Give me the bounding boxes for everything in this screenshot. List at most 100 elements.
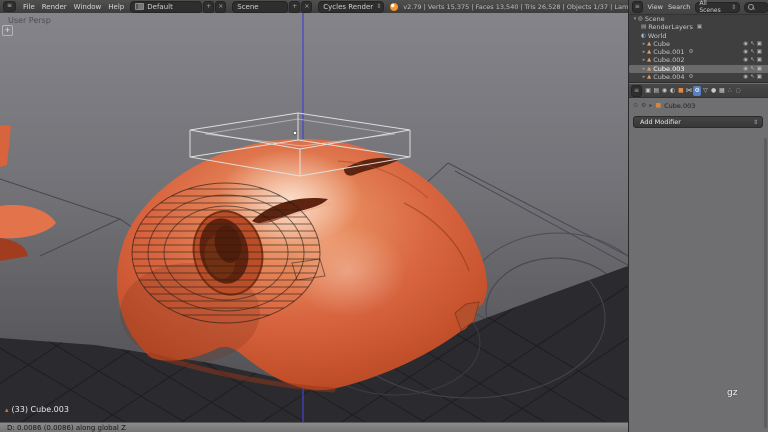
- tab-constraints-icon[interactable]: ⋈: [685, 86, 693, 96]
- screen-layout-selector[interactable]: Default: [130, 0, 203, 13]
- search-icon: [748, 4, 755, 10]
- add-scene-button[interactable]: +: [289, 0, 301, 13]
- render-toggle-icon[interactable]: ▣: [697, 23, 702, 31]
- properties-breadcrumb: ⊙ ⚙ ▸ ■ Cube.003: [633, 100, 695, 111]
- editor-type-outliner-icon[interactable]: ≡: [632, 1, 643, 13]
- delete-scene-button[interactable]: ×: [301, 0, 313, 13]
- tab-material-icon[interactable]: ●: [710, 86, 718, 96]
- 3d-viewport[interactable]: User Persp + ▴ (33) Cube.003: [0, 13, 628, 422]
- add-layout-button[interactable]: +: [203, 0, 215, 13]
- restrict-toggles[interactable]: ◉↖▣: [743, 65, 764, 73]
- active-object-label: (33) Cube.003: [11, 405, 69, 414]
- outliner-item-scene[interactable]: ▾ ◎ Scene: [629, 15, 768, 23]
- mesh-icon: ▲: [647, 65, 652, 72]
- delete-layout-button[interactable]: ×: [215, 0, 227, 13]
- tab-physics-icon[interactable]: ◌: [734, 86, 742, 96]
- menu-file[interactable]: File: [23, 3, 35, 11]
- scene-icon: ◎: [638, 16, 643, 22]
- outliner-item-label: Cube.003: [653, 64, 685, 73]
- pointer-icon[interactable]: ↖: [750, 41, 757, 47]
- scene-selector-value: Scene: [237, 2, 259, 11]
- outliner-display-filter[interactable]: All Scenes ⇕: [695, 0, 741, 14]
- pointer-icon[interactable]: ↖: [750, 74, 757, 80]
- camera-icon[interactable]: ▣: [757, 41, 764, 47]
- tab-object-icon[interactable]: ■: [677, 86, 685, 96]
- outliner-item-label: RenderLayers: [648, 23, 693, 32]
- outliner-item-cube-004[interactable]: ▸ ▲ Cube.004 ⚙ ◉↖▣: [629, 73, 768, 81]
- restrict-toggles[interactable]: ◉↖▣: [743, 56, 764, 64]
- toolshelf-expand-button[interactable]: +: [2, 25, 13, 36]
- tab-world-icon[interactable]: ◐: [669, 86, 677, 96]
- camera-icon[interactable]: ▣: [757, 57, 764, 63]
- tab-modifiers-icon[interactable]: ⚙: [693, 85, 702, 96]
- editor-type-info-icon[interactable]: ≡: [3, 1, 17, 12]
- menu-window[interactable]: Window: [74, 3, 102, 11]
- mesh-icon: ▲: [647, 40, 652, 47]
- outliner-item-label: Cube.001: [653, 48, 685, 57]
- pin-icon[interactable]: ⊙: [633, 102, 638, 109]
- properties-tab-bar: ≡ ▣ ▤ ◉ ◐ ■ ⋈ ⚙ ▽ ● ▦ ∴ ◌: [629, 84, 768, 98]
- pointer-icon[interactable]: ↖: [750, 57, 757, 63]
- outliner-item-label: Cube: [653, 39, 671, 48]
- tab-render-layers-icon[interactable]: ▤: [652, 86, 660, 96]
- restrict-toggles[interactable]: ◉↖▣: [743, 48, 764, 56]
- wrench-icon: ⚙: [688, 49, 694, 56]
- breadcrumb-arrow-icon: ▸: [649, 102, 653, 109]
- camera-icon[interactable]: ▣: [757, 66, 764, 72]
- screen-layout-icon: [135, 3, 145, 10]
- screen-layout-value: Default: [147, 2, 173, 11]
- outliner-search-menu[interactable]: Search: [668, 3, 690, 11]
- blender-logo-icon: [390, 2, 399, 11]
- add-modifier-button[interactable]: Add Modifier ⇕: [633, 116, 763, 128]
- menu-help[interactable]: Help: [108, 3, 124, 11]
- active-object-info: ▴ (33) Cube.003: [5, 405, 69, 414]
- tab-object-data-icon[interactable]: ▽: [701, 86, 709, 96]
- outliner-item-cube-002[interactable]: ▸ ▲ Cube.002 ◉↖▣: [629, 56, 768, 64]
- outliner-header: ≡ View Search All Scenes ⇕: [629, 0, 768, 15]
- pointer-icon[interactable]: ↖: [750, 66, 757, 72]
- outliner-item-label: Cube.002: [653, 56, 685, 65]
- blender-window: ≡ File Render Window Help Default + × Sc…: [0, 0, 768, 432]
- pointer-icon[interactable]: ↖: [750, 49, 757, 55]
- outliner-editor: ≡ View Search All Scenes ⇕ ▾ ◎ Scene ▤ R…: [629, 0, 768, 82]
- render-engine-selector[interactable]: Cycles Render ⇕: [318, 0, 385, 13]
- viewport-canvas[interactable]: [0, 13, 628, 422]
- helmet-highlight-2: [290, 225, 406, 317]
- mesh-icon: ▲: [647, 57, 652, 64]
- outliner-tree: ▾ ◎ Scene ▤ RenderLayers ▣ ◐ World ▸ ▲ C…: [629, 15, 768, 81]
- tab-particles-icon[interactable]: ∴: [726, 86, 734, 96]
- view-name-label: User Persp: [8, 16, 51, 25]
- camera-icon[interactable]: ▣: [757, 49, 764, 55]
- editor-type-properties-icon[interactable]: ≡: [631, 84, 642, 97]
- menu-render[interactable]: Render: [42, 3, 67, 11]
- restrict-toggles[interactable]: ◉↖▣: [743, 40, 764, 48]
- object-origin-dot: [292, 130, 298, 136]
- mesh-icon: ▲: [647, 74, 652, 81]
- tab-texture-icon[interactable]: ▦: [718, 86, 726, 96]
- camera-icon[interactable]: ▣: [757, 74, 764, 80]
- outliner-filter-value: All Scenes: [699, 0, 721, 14]
- properties-editor: ≡ ▣ ▤ ◉ ◐ ■ ⋈ ⚙ ▽ ● ▦ ∴ ◌ ⊙ ⚙ ▸ ■ Cube.0…: [629, 82, 768, 432]
- screencast-keys-label: gz: [727, 388, 738, 398]
- mesh-icon: ▲: [647, 49, 652, 56]
- outliner-item-world[interactable]: ◐ World: [629, 32, 768, 40]
- outliner-item-cube[interactable]: ▸ ▲ Cube ◉↖▣: [629, 40, 768, 48]
- outliner-item-cube-003[interactable]: ▸ ▲ Cube.003 ◉↖▣: [629, 64, 768, 74]
- properties-scrollbar[interactable]: [764, 138, 767, 428]
- outliner-search-input[interactable]: [744, 1, 768, 13]
- viewport-header-bar: D: 0.0086 (0.0086) along global Z: [0, 422, 628, 432]
- chevron-updown-icon: ⇕: [731, 3, 737, 11]
- object-cube-icon: ■: [655, 102, 662, 109]
- render-layer-icon: ▤: [641, 24, 647, 31]
- tab-scene-icon[interactable]: ◉: [660, 86, 668, 96]
- chevron-updown-icon: ⇕: [376, 3, 382, 10]
- outliner-item-renderlayers[interactable]: ▤ RenderLayers ▣: [629, 23, 768, 31]
- outliner-item-cube-001[interactable]: ▸ ▲ Cube.001 ⚙ ◉↖▣: [629, 48, 768, 56]
- outliner-view-menu[interactable]: View: [648, 3, 663, 11]
- object-info-icon: ▴: [5, 405, 9, 414]
- tab-render-icon[interactable]: ▣: [644, 86, 652, 96]
- restrict-toggles[interactable]: ◉↖▣: [743, 73, 764, 81]
- scene-selector[interactable]: Scene: [232, 0, 289, 13]
- render-engine-value: Cycles Render: [323, 2, 374, 11]
- world-icon: ◐: [641, 32, 646, 39]
